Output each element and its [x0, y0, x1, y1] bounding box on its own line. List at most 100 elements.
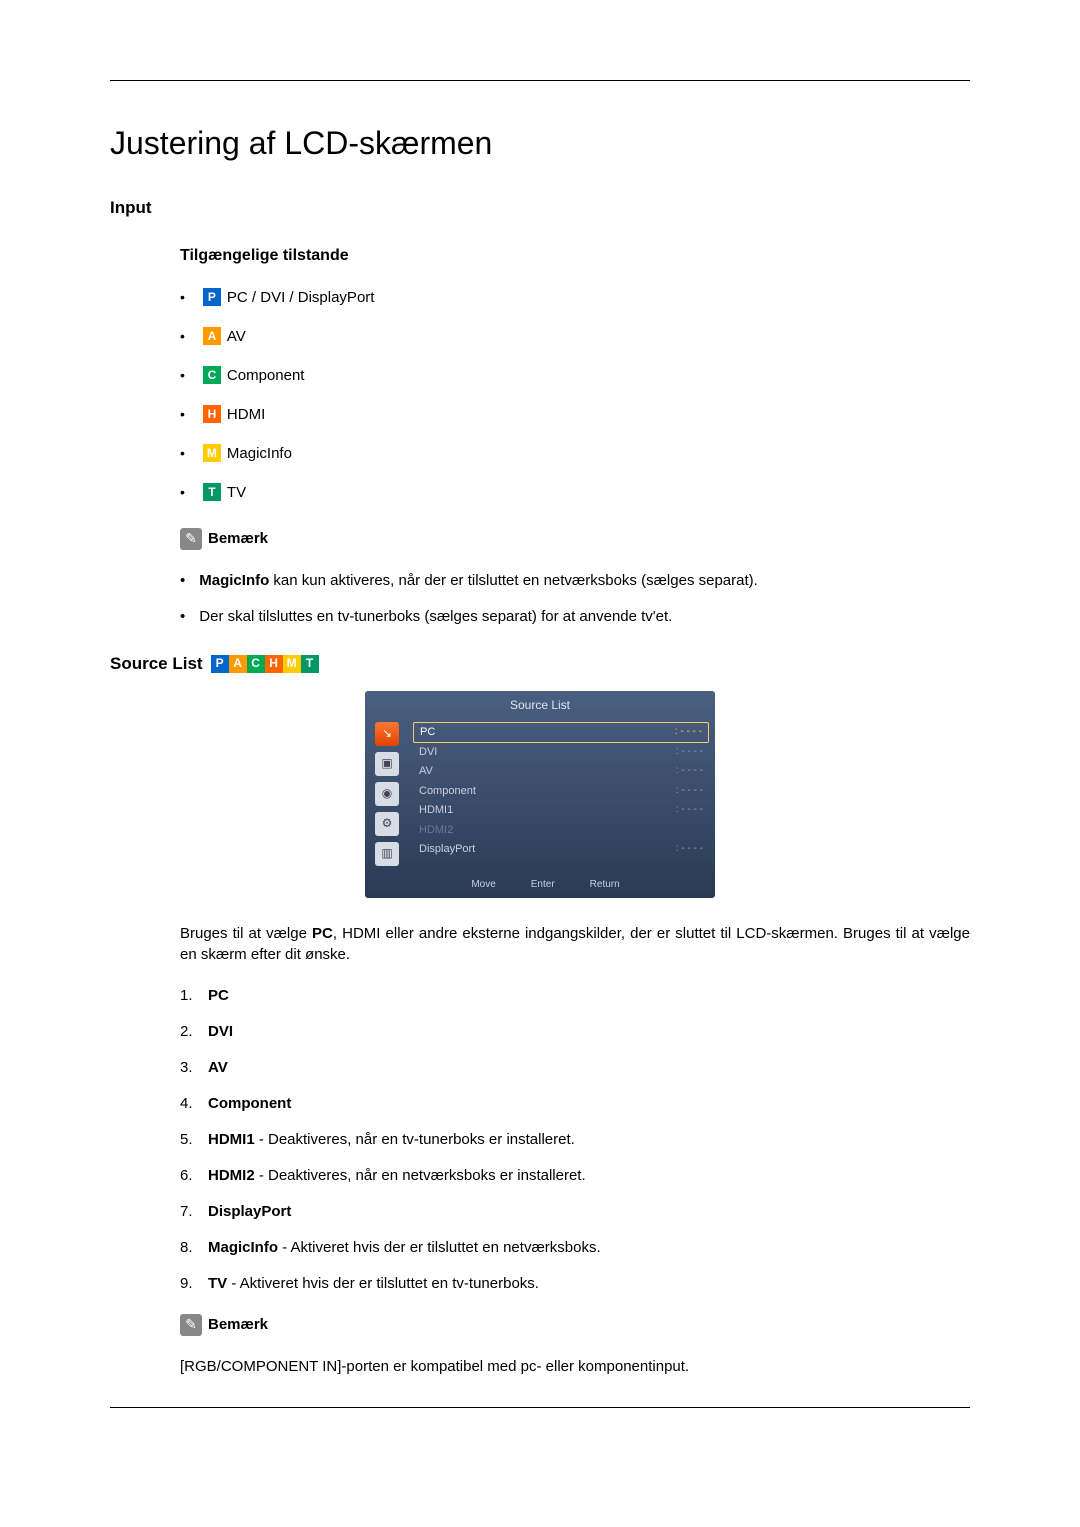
list-bold: AV	[208, 1059, 228, 1076]
c-icon: C	[203, 366, 221, 384]
osd-row-val: : - - - -	[676, 803, 703, 818]
mode-tv: T TV	[180, 482, 970, 503]
mode-component: C Component	[180, 365, 970, 386]
list-bold: DisplayPort	[208, 1203, 291, 1220]
list-item: HDMI2 - Deaktiveres, når en netværksboks…	[180, 1165, 970, 1186]
p-icon: P	[203, 288, 221, 306]
osd-title: Source List	[365, 691, 715, 718]
list-item: TV - Aktiveret hvis der er tilsluttet en…	[180, 1273, 970, 1294]
note-bold: MagicInfo	[199, 572, 269, 589]
mode-label: TV	[227, 482, 246, 503]
list-bold: MagicInfo	[208, 1239, 278, 1256]
osd-row-displayport: DisplayPort : - - - -	[413, 840, 709, 859]
list-text: - Deaktiveres, når en netværksboks er in…	[255, 1167, 586, 1184]
note-icon: ✎	[180, 528, 202, 550]
osd-footer: Move Enter Return	[365, 874, 715, 894]
t-icon: T	[301, 655, 319, 673]
osd-row-label: HDMI1	[419, 803, 453, 818]
osd-row-label: DisplayPort	[419, 842, 475, 857]
mode-pc: P PC / DVI / DisplayPort	[180, 287, 970, 308]
osd-figure: Source List ↘ ▣ ◉ ⚙ ▥ PC : - - - - DVI : -…	[110, 691, 970, 898]
bottom-divider	[110, 1407, 970, 1408]
bottom-note: [RGB/COMPONENT IN]-porten er kompatibel …	[180, 1356, 970, 1377]
mode-magicinfo: M MagicInfo	[180, 443, 970, 464]
h-icon: H	[265, 655, 283, 673]
list-item: MagicInfo - Aktiveret hvis der er tilslu…	[180, 1237, 970, 1258]
note-list: MagicInfo kan kun aktiveres, når der er …	[180, 570, 970, 627]
osd-row-val: : - - - -	[675, 725, 702, 740]
note-header-2: ✎ Bemærk	[180, 1314, 970, 1336]
note-item: MagicInfo kan kun aktiveres, når der er …	[180, 570, 970, 591]
osd-row-label: PC	[420, 725, 435, 740]
list-bold: PC	[208, 987, 229, 1004]
list-text: - Aktiveret hvis der er tilsluttet en ne…	[278, 1239, 601, 1256]
list-item: HDMI1 - Deaktiveres, når en tv-tunerboks…	[180, 1129, 970, 1150]
c-icon: C	[247, 655, 265, 673]
osd-row-val: : - - - -	[676, 784, 703, 799]
mode-hdmi: H HDMI	[180, 404, 970, 425]
list-item: DVI	[180, 1021, 970, 1042]
osd-footer-return: Return	[579, 878, 620, 892]
available-modes-heading: Tilgængelige tilstande	[180, 245, 970, 267]
osd-row-label: AV	[419, 764, 433, 779]
osd-row-label: Component	[419, 784, 476, 799]
osd-side-icon-input: ↘	[375, 722, 399, 746]
note-item: Der skal tilsluttes en tv-tunerboks (sæl…	[180, 606, 970, 627]
mode-label: HDMI	[227, 404, 265, 425]
mode-label: Component	[227, 365, 305, 386]
list-item: PC	[180, 985, 970, 1006]
modes-list: P PC / DVI / DisplayPort A AV C Componen…	[180, 287, 970, 503]
list-bold: DVI	[208, 1023, 233, 1040]
desc-text: Bruges til at vælge	[180, 925, 312, 942]
osd-side-icon-multi: ▥	[375, 842, 399, 866]
list-bold: Component	[208, 1095, 291, 1112]
osd-row-val: : - - - -	[676, 745, 703, 760]
mode-label: MagicInfo	[227, 443, 292, 464]
p-icon: P	[211, 655, 229, 673]
osd-sidebar: ↘ ▣ ◉ ⚙ ▥	[371, 722, 403, 866]
note-icon: ✎	[180, 1314, 202, 1336]
m-icon: M	[203, 444, 221, 462]
osd-side-icon-picture: ▣	[375, 752, 399, 776]
desc-bold: PC	[312, 925, 333, 942]
osd-row-component: Component : - - - -	[413, 782, 709, 801]
list-item: DisplayPort	[180, 1201, 970, 1222]
m-icon: M	[283, 655, 301, 673]
note-label: Bemærk	[208, 1314, 268, 1335]
section-input-heading: Input	[110, 196, 970, 220]
osd-row-val: : - - - -	[676, 842, 703, 857]
mode-av: A AV	[180, 326, 970, 347]
source-list-heading-row: Source List P A C H M T	[110, 652, 970, 676]
list-bold: TV	[208, 1275, 227, 1292]
source-list-description: Bruges til at vælge PC, HDMI eller andre…	[180, 923, 970, 965]
osd-row-hdmi2: HDMI2	[413, 821, 709, 840]
h-icon: H	[203, 405, 221, 423]
osd-row-av: AV : - - - -	[413, 762, 709, 781]
mode-label: PC / DVI / DisplayPort	[227, 287, 375, 308]
osd-row-val: : - - - -	[676, 764, 703, 779]
list-item: Component	[180, 1093, 970, 1114]
top-divider	[110, 80, 970, 81]
a-icon: A	[203, 327, 221, 345]
note-label: Bemærk	[208, 528, 268, 549]
mode-label: AV	[227, 326, 246, 347]
osd-row-pc: PC : - - - -	[413, 722, 709, 743]
source-list-icons: P A C H M T	[211, 655, 319, 673]
note-text: kan kun aktiveres, når der er tilsluttet…	[269, 572, 758, 589]
osd-row-dvi: DVI : - - - -	[413, 743, 709, 762]
osd-row-label: DVI	[419, 745, 437, 760]
list-text: - Deaktiveres, når en tv-tunerboks er in…	[255, 1131, 575, 1148]
list-bold: HDMI2	[208, 1167, 255, 1184]
osd-rows: PC : - - - - DVI : - - - - AV : - - - - Com…	[413, 722, 709, 866]
page-title: Justering af LCD-skærmen	[110, 121, 970, 166]
osd-footer-move: Move	[460, 878, 495, 892]
note-text: Der skal tilsluttes en tv-tunerboks (sæl…	[199, 606, 672, 627]
osd-panel: Source List ↘ ▣ ◉ ⚙ ▥ PC : - - - - DVI : -…	[365, 691, 715, 898]
osd-footer-enter: Enter	[520, 878, 555, 892]
source-list-heading: Source List	[110, 652, 203, 676]
osd-row-hdmi1: HDMI1 : - - - -	[413, 801, 709, 820]
list-bold: HDMI1	[208, 1131, 255, 1148]
note-header: ✎ Bemærk	[180, 528, 970, 550]
list-text: - Aktiveret hvis der er tilsluttet en tv…	[227, 1275, 539, 1292]
source-numbered-list: PC DVI AV Component HDMI1 - Deaktiveres,…	[180, 985, 970, 1294]
